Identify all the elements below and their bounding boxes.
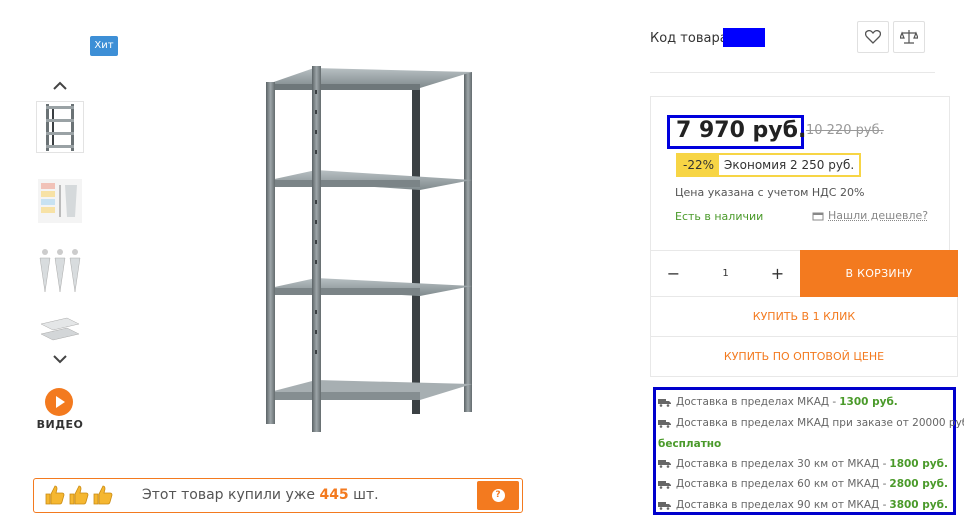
sku-label: Код товара: [650, 31, 732, 46]
compare-button[interactable] [893, 21, 925, 53]
thumbs-up-group [44, 484, 114, 506]
delivery-text: Доставка в пределах 60 км от МКАД - [676, 474, 886, 495]
wishlist-button[interactable] [857, 21, 889, 53]
chevron-down-icon [51, 352, 69, 366]
thumbs-up-icon [92, 484, 114, 506]
shelf-thumbnail-image [43, 102, 77, 152]
delivery-price: 1300 руб. [839, 392, 898, 413]
old-price: 10 220 руб. [806, 123, 884, 138]
thumbnail-parts[interactable] [36, 245, 84, 297]
bought-help-button[interactable]: ? [477, 481, 519, 510]
thumbnail-scheme[interactable] [36, 175, 84, 227]
video-label[interactable]: ВИДЕО [30, 418, 90, 431]
scheme-thumbnail-image [37, 177, 83, 225]
heart-icon [865, 30, 881, 44]
buy-one-click-button[interactable]: КУПИТЬ В 1 КЛИК [650, 297, 958, 337]
parts-thumbnail-image [37, 246, 83, 296]
found-cheaper-label: Нашли дешевле? [828, 209, 928, 222]
bought-suffix: шт. [353, 487, 378, 503]
buy-wholesale-button[interactable]: КУПИТЬ ПО ОПТОВОЙ ЦЕНЕ [650, 337, 958, 377]
found-cheaper-link[interactable]: Нашли дешевле? [812, 209, 928, 222]
truck-icon [658, 398, 671, 407]
delivery-text: Доставка в пределах МКАД при заказе от 2… [676, 413, 964, 434]
truck-icon [658, 480, 671, 489]
delivery-line: Доставка в пределах 60 км от МКАД - 2800… [658, 474, 951, 495]
quantity-input[interactable]: 1 [696, 251, 755, 296]
delivery-price: 2800 руб. [889, 474, 948, 495]
thumbs-up-icon [68, 484, 90, 506]
discount-percent: -22% [678, 155, 719, 175]
delivery-line: Доставка в пределах МКАД при заказе от 2… [658, 413, 951, 434]
add-to-cart-button[interactable]: В КОРЗИНУ [800, 250, 958, 297]
thumbnail-package[interactable] [36, 314, 84, 348]
quantity-decrease-button[interactable]: − [651, 251, 696, 296]
thumbs-up-icon [44, 484, 66, 506]
discount-badge: -22% Экономия 2 250 руб. [676, 153, 861, 177]
thumbs-up-arrow-button[interactable] [51, 79, 69, 93]
quantity-increase-button[interactable]: + [755, 251, 800, 296]
delivery-price: 3800 руб. [889, 495, 948, 516]
delivery-line: Доставка в пределах 90 км от МКАД - 3800… [658, 495, 951, 516]
thumbnail-shelf[interactable] [36, 101, 84, 153]
package-thumbnail-image [37, 316, 83, 346]
delivery-line: Доставка в пределах 30 км от МКАД - 1800… [658, 454, 951, 475]
discount-savings: Экономия 2 250 руб. [719, 155, 859, 175]
bought-text: Этот товар купили уже 445 шт. [142, 479, 379, 512]
truck-icon [658, 501, 671, 510]
bought-count: 445 [319, 487, 348, 503]
hit-badge: Хит [90, 36, 118, 56]
chevron-up-icon [51, 79, 69, 93]
delivery-info: Доставка в пределах МКАД - 1300 руб. Дос… [653, 387, 956, 515]
scales-icon [900, 29, 918, 45]
delivery-free: бесплатно [658, 434, 951, 454]
delivery-text: Доставка в пределах 30 км от МКАД - [676, 454, 886, 475]
main-product-image[interactable] [258, 60, 488, 435]
bought-banner: Этот товар купили уже 445 шт. ? [33, 478, 523, 513]
vat-note: Цена указана с учетом НДС 20% [675, 186, 864, 199]
current-price: 7 970 руб. [676, 116, 806, 146]
thumbs-down-arrow-button[interactable] [51, 352, 69, 366]
truck-icon [658, 419, 671, 428]
question-icon: ? [492, 489, 505, 502]
delivery-line: Доставка в пределах МКАД - 1300 руб. [658, 392, 951, 413]
sku-value-redacted [723, 28, 765, 47]
bought-prefix: Этот товар купили уже [142, 487, 315, 503]
delivery-text: Доставка в пределах МКАД - [676, 392, 836, 413]
right-divider [650, 72, 935, 73]
truck-icon [658, 459, 671, 468]
video-play-button[interactable] [45, 388, 73, 416]
tag-icon [812, 211, 824, 221]
delivery-price: 1800 руб. [889, 454, 948, 475]
stock-status: Есть в наличии [675, 210, 763, 223]
delivery-text: Доставка в пределах 90 км от МКАД - [676, 495, 886, 516]
